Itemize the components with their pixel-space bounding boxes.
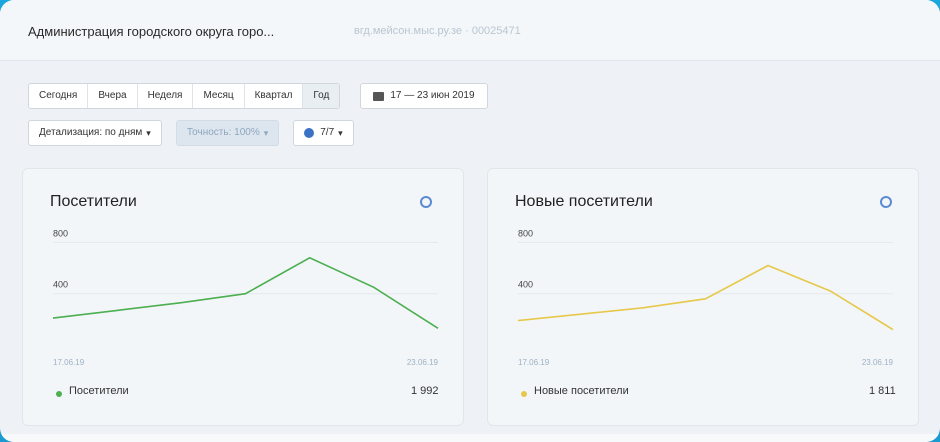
accuracy-label: Точность: 100% xyxy=(186,127,260,138)
x-tick-label: 17.06.19 xyxy=(518,358,550,367)
accuracy-dropdown[interactable]: Точность: 100% ▾ xyxy=(175,120,280,146)
card-title: Новые посетители xyxy=(515,193,653,210)
segment-icon xyxy=(304,128,315,138)
period-tab[interactable]: Квартал xyxy=(244,84,304,108)
legend-label: Посетители xyxy=(69,385,129,397)
period-tab[interactable]: Вчера xyxy=(88,84,138,108)
counter-header: Администрация городского округа горо... … xyxy=(0,0,940,61)
counter-url: вгд.мейсон.мыс.ру.зе · 00025471 xyxy=(354,25,521,37)
x-tick-label: 23.06.19 xyxy=(407,358,439,367)
legend-label: Новые посетители xyxy=(534,385,629,397)
period-tab[interactable]: Неделя xyxy=(137,84,194,108)
content-footer xyxy=(0,434,940,442)
chevron-down-icon: ▾ xyxy=(263,128,269,138)
help-icon[interactable] xyxy=(420,196,432,208)
segment-label: 7/7 xyxy=(320,127,335,138)
chevron-down-icon: ▾ xyxy=(338,128,343,138)
counter-title[interactable]: Администрация городского округа горо... xyxy=(28,24,274,39)
period-tab[interactable]: Год xyxy=(303,84,340,108)
segment-dropdown[interactable]: 7/7 ▾ xyxy=(293,120,354,146)
y-tick-label: 800 xyxy=(518,229,533,238)
x-tick-label: 23.06.19 xyxy=(862,358,894,367)
y-tick-label: 400 xyxy=(518,280,533,290)
legend-total: 1 811 xyxy=(869,385,896,397)
legend-marker xyxy=(56,391,62,397)
card-title: Посетители xyxy=(50,193,137,210)
date-range-button[interactable]: 17 — 23 июн 2019 xyxy=(360,83,488,109)
new-visitors-chart: 800 400 17.06.19 23.06.19 xyxy=(517,229,894,367)
date-range-label: 17 — 23 июн 2019 xyxy=(390,90,475,101)
period-tab[interactable]: Сегодня xyxy=(29,84,89,108)
y-tick-label: 800 xyxy=(53,229,68,238)
filter-toolbar: Детализация: по дням ▾ Точность: 100% ▾ … xyxy=(28,120,368,146)
period-tab[interactable]: Месяц xyxy=(193,84,245,108)
x-tick-label: 17.06.19 xyxy=(53,358,85,367)
detail-label: Детализация: по дням xyxy=(39,127,143,138)
y-tick-label: 400 xyxy=(53,280,68,290)
new-visitors-card: Новые посетители 800 400 17.06.19 23.06.19 … xyxy=(487,168,919,426)
help-icon[interactable] xyxy=(880,196,892,208)
chevron-down-icon: ▾ xyxy=(146,128,151,138)
app-window: Администрация городского округа горо... … xyxy=(0,0,940,442)
detail-dropdown[interactable]: Детализация: по дням ▾ xyxy=(28,120,162,146)
period-tabs: Сегодня Вчера Неделя Месяц Квартал Год xyxy=(28,83,341,109)
legend-marker xyxy=(521,391,527,397)
visitors-card: Посетители 800 400 17.06.19 23.06.19 Посети… xyxy=(22,168,464,426)
visitors-chart: 800 400 17.06.19 23.06.19 xyxy=(52,229,439,367)
period-toolbar: Сегодня Вчера Неделя Месяц Квартал Год 17 — 2… xyxy=(28,83,488,109)
calendar-icon xyxy=(373,91,385,101)
legend-total: 1 992 xyxy=(411,385,439,397)
